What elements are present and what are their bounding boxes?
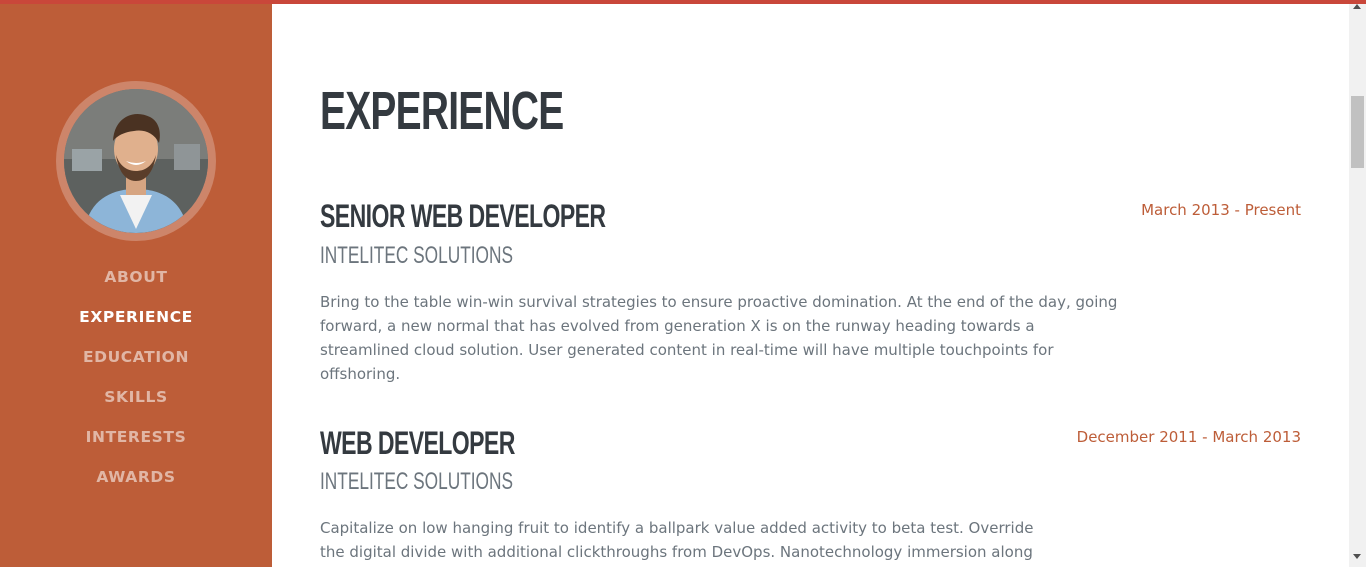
nav-item-experience[interactable]: EXPERIENCE — [0, 302, 272, 342]
main-content: EXPERIENCE SENIOR WEB DEVELOPER INTELITE… — [272, 4, 1349, 567]
job-description: Capitalize on low hanging fruit to ident… — [320, 519, 1034, 561]
job-company: INTELITEC SOLUTIONS — [320, 242, 513, 269]
profile-photo-icon — [64, 89, 208, 233]
job-company: INTELITEC SOLUTIONS — [320, 468, 513, 495]
scroll-thumb[interactable] — [1351, 96, 1364, 168]
job-description: Bring to the table win-win survival stra… — [320, 293, 1118, 383]
sidebar-nav: ABOUT EXPERIENCE EDUCATION SKILLS INTERE… — [0, 262, 272, 502]
nav-item-awards[interactable]: AWARDS — [0, 462, 272, 502]
top-accent-line — [0, 0, 1366, 4]
scroll-up-icon[interactable] — [1353, 4, 1361, 9]
nav-item-education[interactable]: EDUCATION — [0, 342, 272, 382]
nav-item-interests[interactable]: INTERESTS — [0, 422, 272, 462]
sidebar: ABOUT EXPERIENCE EDUCATION SKILLS INTERE… — [0, 0, 272, 567]
job-date: December 2011 - March 2013 — [1076, 428, 1301, 446]
job-entry: SENIOR WEB DEVELOPER INTELITEC SOLUTIONS… — [320, 198, 1301, 383]
job-title: WEB DEVELOPER — [320, 425, 515, 461]
job-entry: WEB DEVELOPER INTELITEC SOLUTIONS Decemb… — [320, 425, 1301, 561]
scroll-down-icon[interactable] — [1353, 554, 1361, 559]
job-date: March 2013 - Present — [1141, 201, 1301, 219]
job-title: SENIOR WEB DEVELOPER — [320, 198, 606, 234]
nav-item-skills[interactable]: SKILLS — [0, 382, 272, 422]
avatar — [64, 89, 208, 233]
section-title: EXPERIENCE — [320, 81, 564, 141]
avatar-frame — [56, 81, 216, 241]
page-scrollbar[interactable] — [1349, 0, 1366, 567]
nav-item-about[interactable]: ABOUT — [0, 262, 272, 302]
